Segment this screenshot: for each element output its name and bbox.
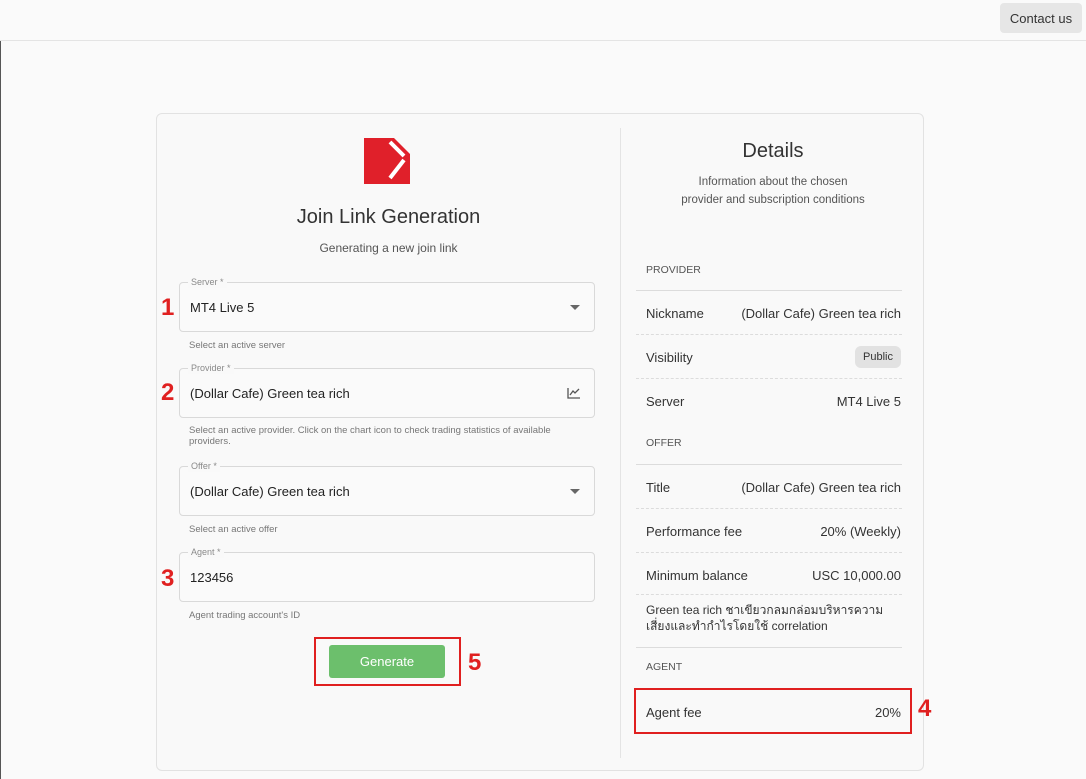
annotation-marker-3: 3 (161, 565, 175, 592)
provider-section-heading: PROVIDER (646, 264, 701, 276)
row-divider (636, 647, 902, 648)
row-divider (636, 290, 902, 291)
agent-fee-value: 20% (874, 705, 901, 720)
annotation-marker-4: 4 (918, 695, 932, 722)
details-title: Details (742, 140, 804, 162)
minimum-balance-label: Minimum balance (646, 568, 748, 583)
offer-title-value: (Dollar Cafe) Green tea rich (741, 480, 901, 495)
offer-legend: Offer * (188, 460, 220, 472)
brand-logo-icon (364, 138, 410, 184)
window-edge (0, 41, 1, 779)
offer-description: Green tea rich ชาเขียวกลมกล่อมบริหารความ… (646, 603, 884, 633)
annotation-marker-2: 2 (161, 379, 175, 406)
visibility-label: Visibility (646, 350, 693, 365)
performance-fee-label: Performance fee (646, 524, 743, 539)
server-legend: Server * (188, 276, 227, 288)
nickname-value: (Dollar Cafe) Green tea rich (741, 306, 901, 321)
contact-us-button[interactable]: Contact us (1000, 3, 1082, 33)
annotation-marker-1: 1 (161, 294, 175, 321)
provider-helper: Select an active provider. Click on the … (189, 425, 551, 447)
minimum-balance-value: USC 10,000.00 (812, 568, 901, 583)
offer-section-heading: OFFER (646, 437, 682, 449)
server-detail-value: MT4 Live 5 (836, 394, 901, 409)
visibility-badge: Public (855, 346, 901, 368)
form-title: Join Link Generation (296, 206, 481, 228)
performance-fee-value: 20% (Weekly) (820, 524, 901, 539)
nickname-label: Nickname (646, 306, 704, 321)
agent-fee-label: Agent fee (646, 705, 702, 720)
provider-legend: Provider * (188, 362, 234, 374)
row-divider (636, 552, 902, 553)
agent-section-heading: AGENT (646, 661, 683, 673)
agent-field[interactable]: Agent * 123456 (179, 546, 595, 602)
row-divider (636, 334, 902, 335)
provider-select[interactable]: Provider * (Dollar Cafe) Green tea rich (179, 362, 595, 418)
agent-legend: Agent * (188, 546, 224, 558)
agent-helper: Agent trading account's ID (189, 610, 301, 621)
row-divider (636, 508, 902, 509)
server-value: MT4 Live 5 (190, 300, 255, 315)
chart-icon[interactable] (567, 387, 581, 399)
offer-value: (Dollar Cafe) Green tea rich (190, 484, 350, 499)
server-helper: Select an active server (189, 340, 286, 351)
provider-value: (Dollar Cafe) Green tea rich (190, 386, 350, 401)
server-detail-label: Server (646, 394, 685, 409)
join-link-card: Join Link Generation Generating a new jo… (156, 113, 931, 771)
annotation-marker-5: 5 (468, 649, 482, 676)
generate-button[interactable]: Generate (329, 645, 445, 678)
row-divider (636, 378, 902, 379)
server-select[interactable]: Server * MT4 Live 5 (179, 276, 595, 332)
offer-helper: Select an active offer (189, 524, 278, 535)
offer-title-label: Title (646, 480, 671, 495)
offer-select[interactable]: Offer * (Dollar Cafe) Green tea rich (179, 460, 595, 516)
chevron-down-icon[interactable] (570, 489, 580, 494)
card-divider (620, 128, 621, 758)
row-divider (636, 464, 902, 465)
top-bar: Contact us (0, 0, 1086, 41)
row-divider (636, 594, 902, 595)
agent-value[interactable]: 123456 (190, 570, 530, 585)
form-subtitle: Generating a new join link (319, 241, 458, 255)
details-subtitle: Information about the chosen provider an… (681, 176, 865, 206)
chevron-down-icon[interactable] (570, 305, 580, 310)
